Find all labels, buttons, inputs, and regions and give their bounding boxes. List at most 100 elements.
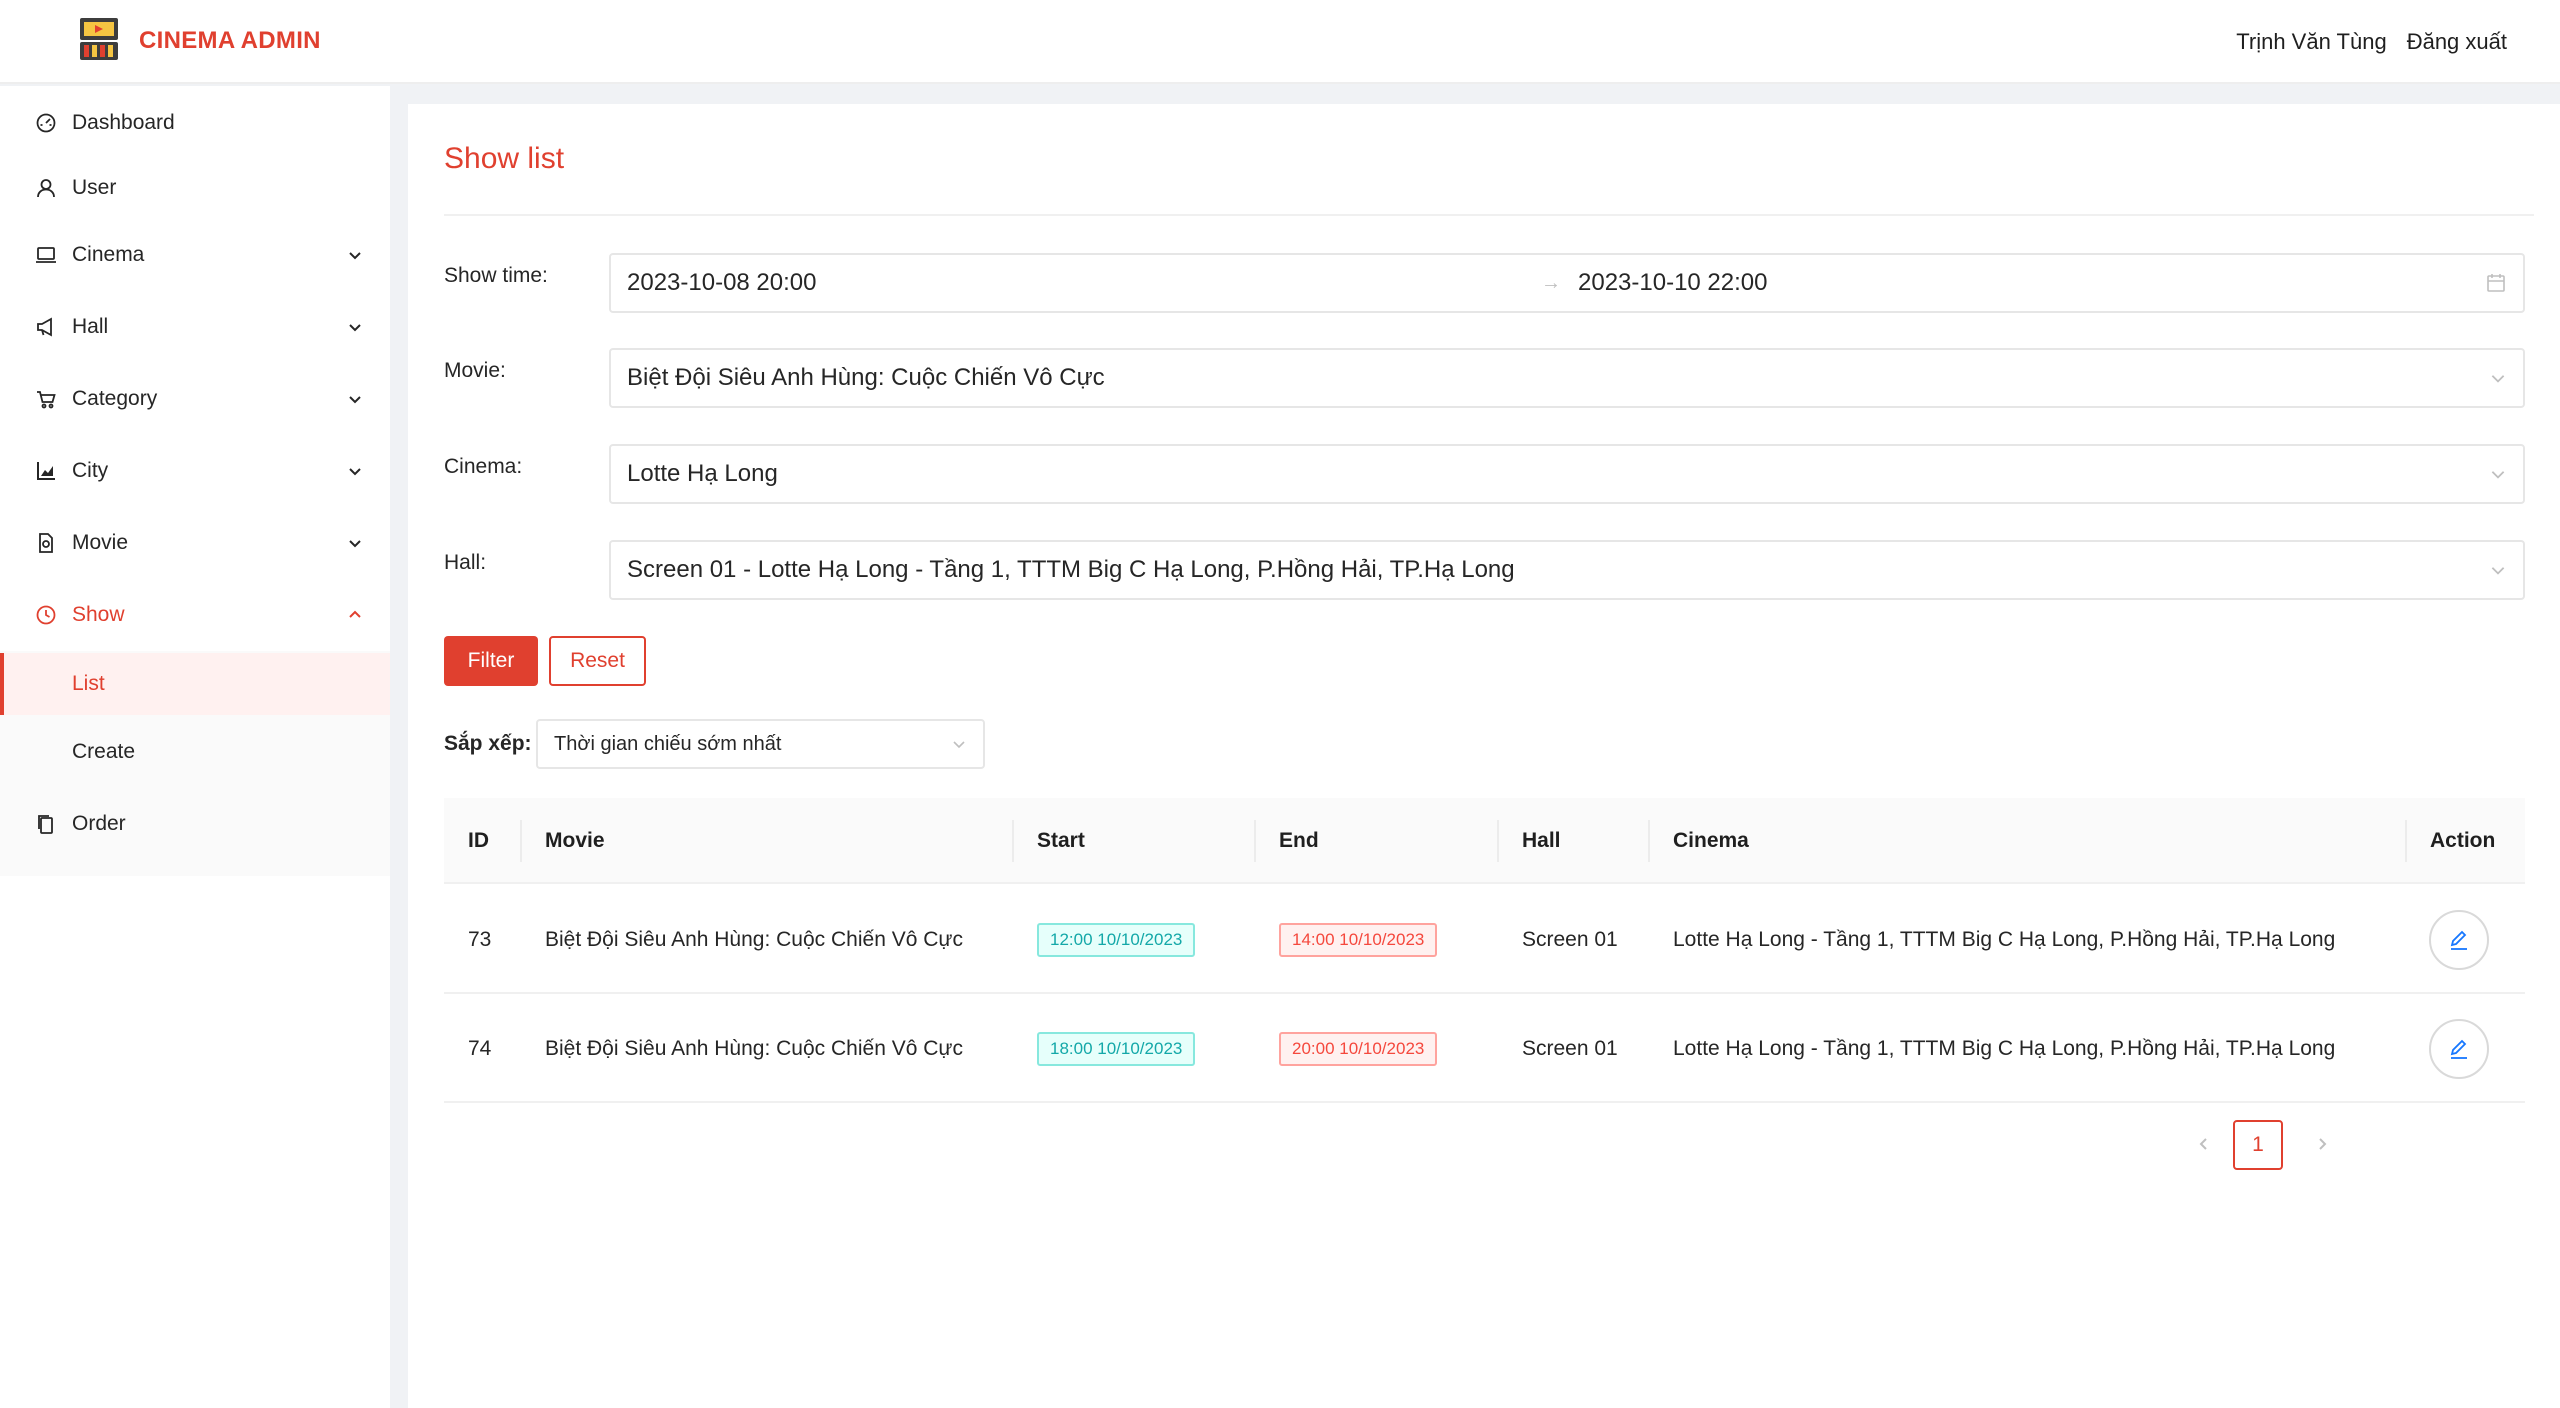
column-header-hall: Hall — [1522, 829, 1561, 852]
edit-icon — [2450, 1039, 2467, 1059]
submenu-item-label: Create — [72, 740, 136, 763]
arrow-right-icon: → — [1541, 271, 1561, 294]
submenu-item-list[interactable]: List — [0, 653, 390, 715]
show-time-end-input[interactable]: 2023-10-10 22:00 — [1578, 269, 1768, 297]
sidebar-item-label: Show — [72, 603, 125, 626]
cell-end: 20:00 10/10/2023 — [1279, 995, 1438, 1103]
filter-button[interactable]: Filter — [444, 636, 538, 686]
cell-cinema: Lotte Hạ Long - Tầng 1, TTTM Big C Hạ Lo… — [1673, 928, 2336, 951]
sidebar-item-city[interactable]: City — [0, 439, 390, 503]
sidebar: Dashboard User Cinema Hall Category City… — [0, 86, 390, 1408]
column-separator — [520, 820, 522, 862]
cell-hall: Screen 01 — [1522, 1037, 1618, 1060]
chevron-left-icon — [2199, 1138, 2207, 1150]
sidebar-item-label: City — [72, 459, 109, 482]
chevron-down-icon — [2491, 375, 2505, 383]
sort-select-value: Thời gian chiếu sớm nhất — [554, 732, 782, 755]
cell-hall: Screen 01 — [1522, 928, 1618, 951]
cinema-select[interactable]: Lotte Hạ Long — [609, 444, 2525, 504]
app-title: CINEMA ADMIN — [139, 27, 321, 54]
chart-icon — [35, 460, 57, 482]
column-separator — [1012, 820, 1014, 862]
end-time-tag: 14:00 10/10/2023 — [1279, 923, 1438, 957]
column-header-id: ID — [468, 829, 489, 852]
chevron-down-icon — [2491, 471, 2505, 479]
hall-select-value: Screen 01 - Lotte Hạ Long - Tầng 1, TTTM… — [627, 556, 1515, 583]
chevron-down-icon — [349, 396, 361, 404]
user-name: Trịnh Văn Tùng — [2236, 29, 2387, 54]
table-row: 73 Biệt Đội Siêu Anh Hùng: Cuộc Chiến Vô… — [444, 886, 2525, 994]
clock-icon — [35, 604, 57, 626]
edit-icon — [2450, 930, 2467, 950]
pagination: 1 — [408, 1120, 2560, 1170]
column-header-end: End — [1279, 829, 1319, 852]
edit-button[interactable] — [2429, 910, 2489, 970]
calendar-icon — [2487, 274, 2505, 292]
column-header-action: Action — [2430, 829, 2496, 852]
megaphone-icon — [35, 316, 57, 338]
chevron-down-icon — [953, 741, 965, 749]
hall-label: Hall: — [444, 551, 487, 574]
chevron-down-icon — [349, 324, 361, 332]
cell-id: 74 — [468, 1037, 492, 1060]
column-header-movie: Movie — [545, 829, 605, 852]
sidebar-item-category[interactable]: Category — [0, 367, 390, 431]
sidebar-item-movie[interactable]: Movie — [0, 511, 390, 575]
pagination-page[interactable]: 1 — [2233, 1120, 2283, 1170]
cell-movie: Biệt Đội Siêu Anh Hùng: Cuộc Chiến Vô Cự… — [545, 1037, 963, 1060]
sidebar-item-label: Dashboard — [72, 111, 175, 134]
sidebar-item-cinema[interactable]: Cinema — [0, 223, 390, 287]
column-separator — [2405, 820, 2407, 862]
film-logo-icon — [78, 16, 120, 67]
user-icon — [35, 177, 57, 199]
sidebar-item-hall[interactable]: Hall — [0, 295, 390, 359]
divider — [444, 214, 2534, 216]
movie-label: Movie: — [444, 359, 506, 382]
dashboard-icon — [35, 112, 57, 134]
sidebar-item-label: Order — [72, 812, 126, 835]
sidebar-item-user[interactable]: User — [0, 156, 390, 220]
sidebar-item-label: User — [72, 176, 117, 199]
submenu-item-label: List — [72, 672, 105, 695]
hall-select[interactable]: Screen 01 - Lotte Hạ Long - Tầng 1, TTTM… — [609, 540, 2525, 600]
column-separator — [1497, 820, 1499, 862]
cell-movie: Biệt Đội Siêu Anh Hùng: Cuộc Chiến Vô Cự… — [545, 928, 963, 951]
show-time-label: Show time: — [444, 264, 548, 287]
sidebar-item-label: Hall — [72, 315, 109, 338]
sidebar-item-label: Movie — [72, 531, 129, 554]
column-separator — [1254, 820, 1256, 862]
sidebar-item-dashboard[interactable]: Dashboard — [0, 91, 390, 155]
sidebar-item-label: Cinema — [72, 243, 145, 266]
laptop-icon — [35, 244, 57, 266]
end-time-tag: 20:00 10/10/2023 — [1279, 1032, 1438, 1066]
logo[interactable]: CINEMA ADMIN — [78, 16, 321, 67]
sidebar-item-order[interactable]: Order — [0, 792, 390, 856]
reset-button[interactable]: Reset — [549, 636, 646, 686]
pagination-prev[interactable] — [2192, 1132, 2216, 1156]
logout-link[interactable]: Đăng xuất — [2407, 29, 2507, 55]
sort-select[interactable]: Thời gian chiếu sớm nhất — [536, 719, 985, 769]
chevron-right-icon — [2319, 1138, 2327, 1150]
cinema-label: Cinema: — [444, 455, 523, 478]
submenu-item-create[interactable]: Create — [0, 721, 390, 783]
start-time-tag: 12:00 10/10/2023 — [1037, 923, 1196, 957]
chevron-up-icon — [349, 610, 361, 618]
cell-id: 73 — [468, 928, 492, 951]
file-icon — [35, 532, 57, 554]
cart-icon — [35, 388, 57, 410]
edit-button[interactable] — [2429, 1019, 2489, 1079]
top-header: CINEMA ADMIN Trịnh Văn Tùng Đăng xuất — [0, 0, 2560, 84]
chevron-down-icon — [349, 540, 361, 548]
table-header: ID Movie Start End Hall Cinema Action — [444, 798, 2525, 884]
column-separator — [1648, 820, 1650, 862]
show-time-range-picker[interactable]: 2023-10-08 20:00 → 2023-10-10 22:00 — [609, 253, 2525, 313]
sidebar-item-show[interactable]: Show — [0, 583, 390, 647]
copy-icon — [35, 813, 57, 835]
cell-end: 14:00 10/10/2023 — [1279, 886, 1438, 994]
column-header-start: Start — [1037, 829, 1085, 852]
pagination-next[interactable] — [2310, 1132, 2334, 1156]
show-time-start-input[interactable]: 2023-10-08 20:00 — [627, 269, 817, 297]
table-row: 74 Biệt Đội Siêu Anh Hùng: Cuộc Chiến Vô… — [444, 995, 2525, 1103]
sort-label: Sắp xếp: — [444, 732, 532, 755]
movie-select[interactable]: Biệt Đội Siêu Anh Hùng: Cuộc Chiến Vô Cự… — [609, 348, 2525, 408]
